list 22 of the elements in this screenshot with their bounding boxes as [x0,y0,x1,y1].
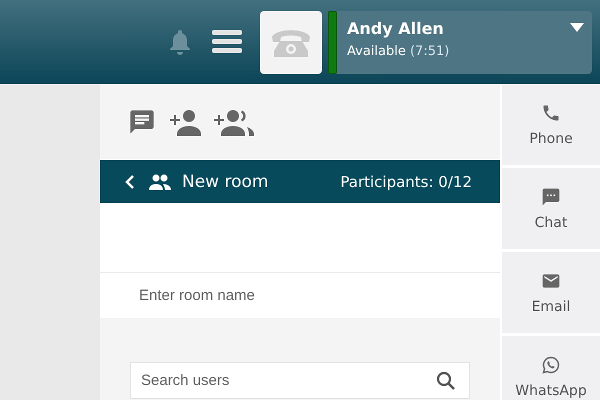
back-icon[interactable] [124,174,136,190]
search-icon[interactable] [436,371,456,391]
channel-tab[interactable]: Email [502,252,600,333]
channel-tab[interactable]: Chat [502,168,600,249]
phone-icon [541,102,561,122]
search-field[interactable]: Search users [130,362,470,399]
participants-count: Participants: 0/12 [340,172,472,190]
message-icon[interactable] [128,108,156,136]
user-status: Available (7:51) [347,44,450,58]
room-name-field[interactable]: Enter room name [100,273,500,318]
group-icon [148,174,172,190]
chat-bubble-icon [541,186,561,206]
status-indicator [328,10,337,74]
whatsapp-icon [541,354,561,374]
menu-icon[interactable] [212,30,242,54]
channel-tab[interactable]: WhatsApp [502,336,600,400]
add-group-icon[interactable] [212,108,256,136]
caret-icon[interactable] [570,22,584,32]
channel-tab[interactable]: Phone [502,84,600,165]
user-status-panel[interactable]: Andy Allen Available (7:51) [328,10,592,74]
room-title: New room [182,172,270,192]
user-name: Andy Allen [347,18,445,38]
